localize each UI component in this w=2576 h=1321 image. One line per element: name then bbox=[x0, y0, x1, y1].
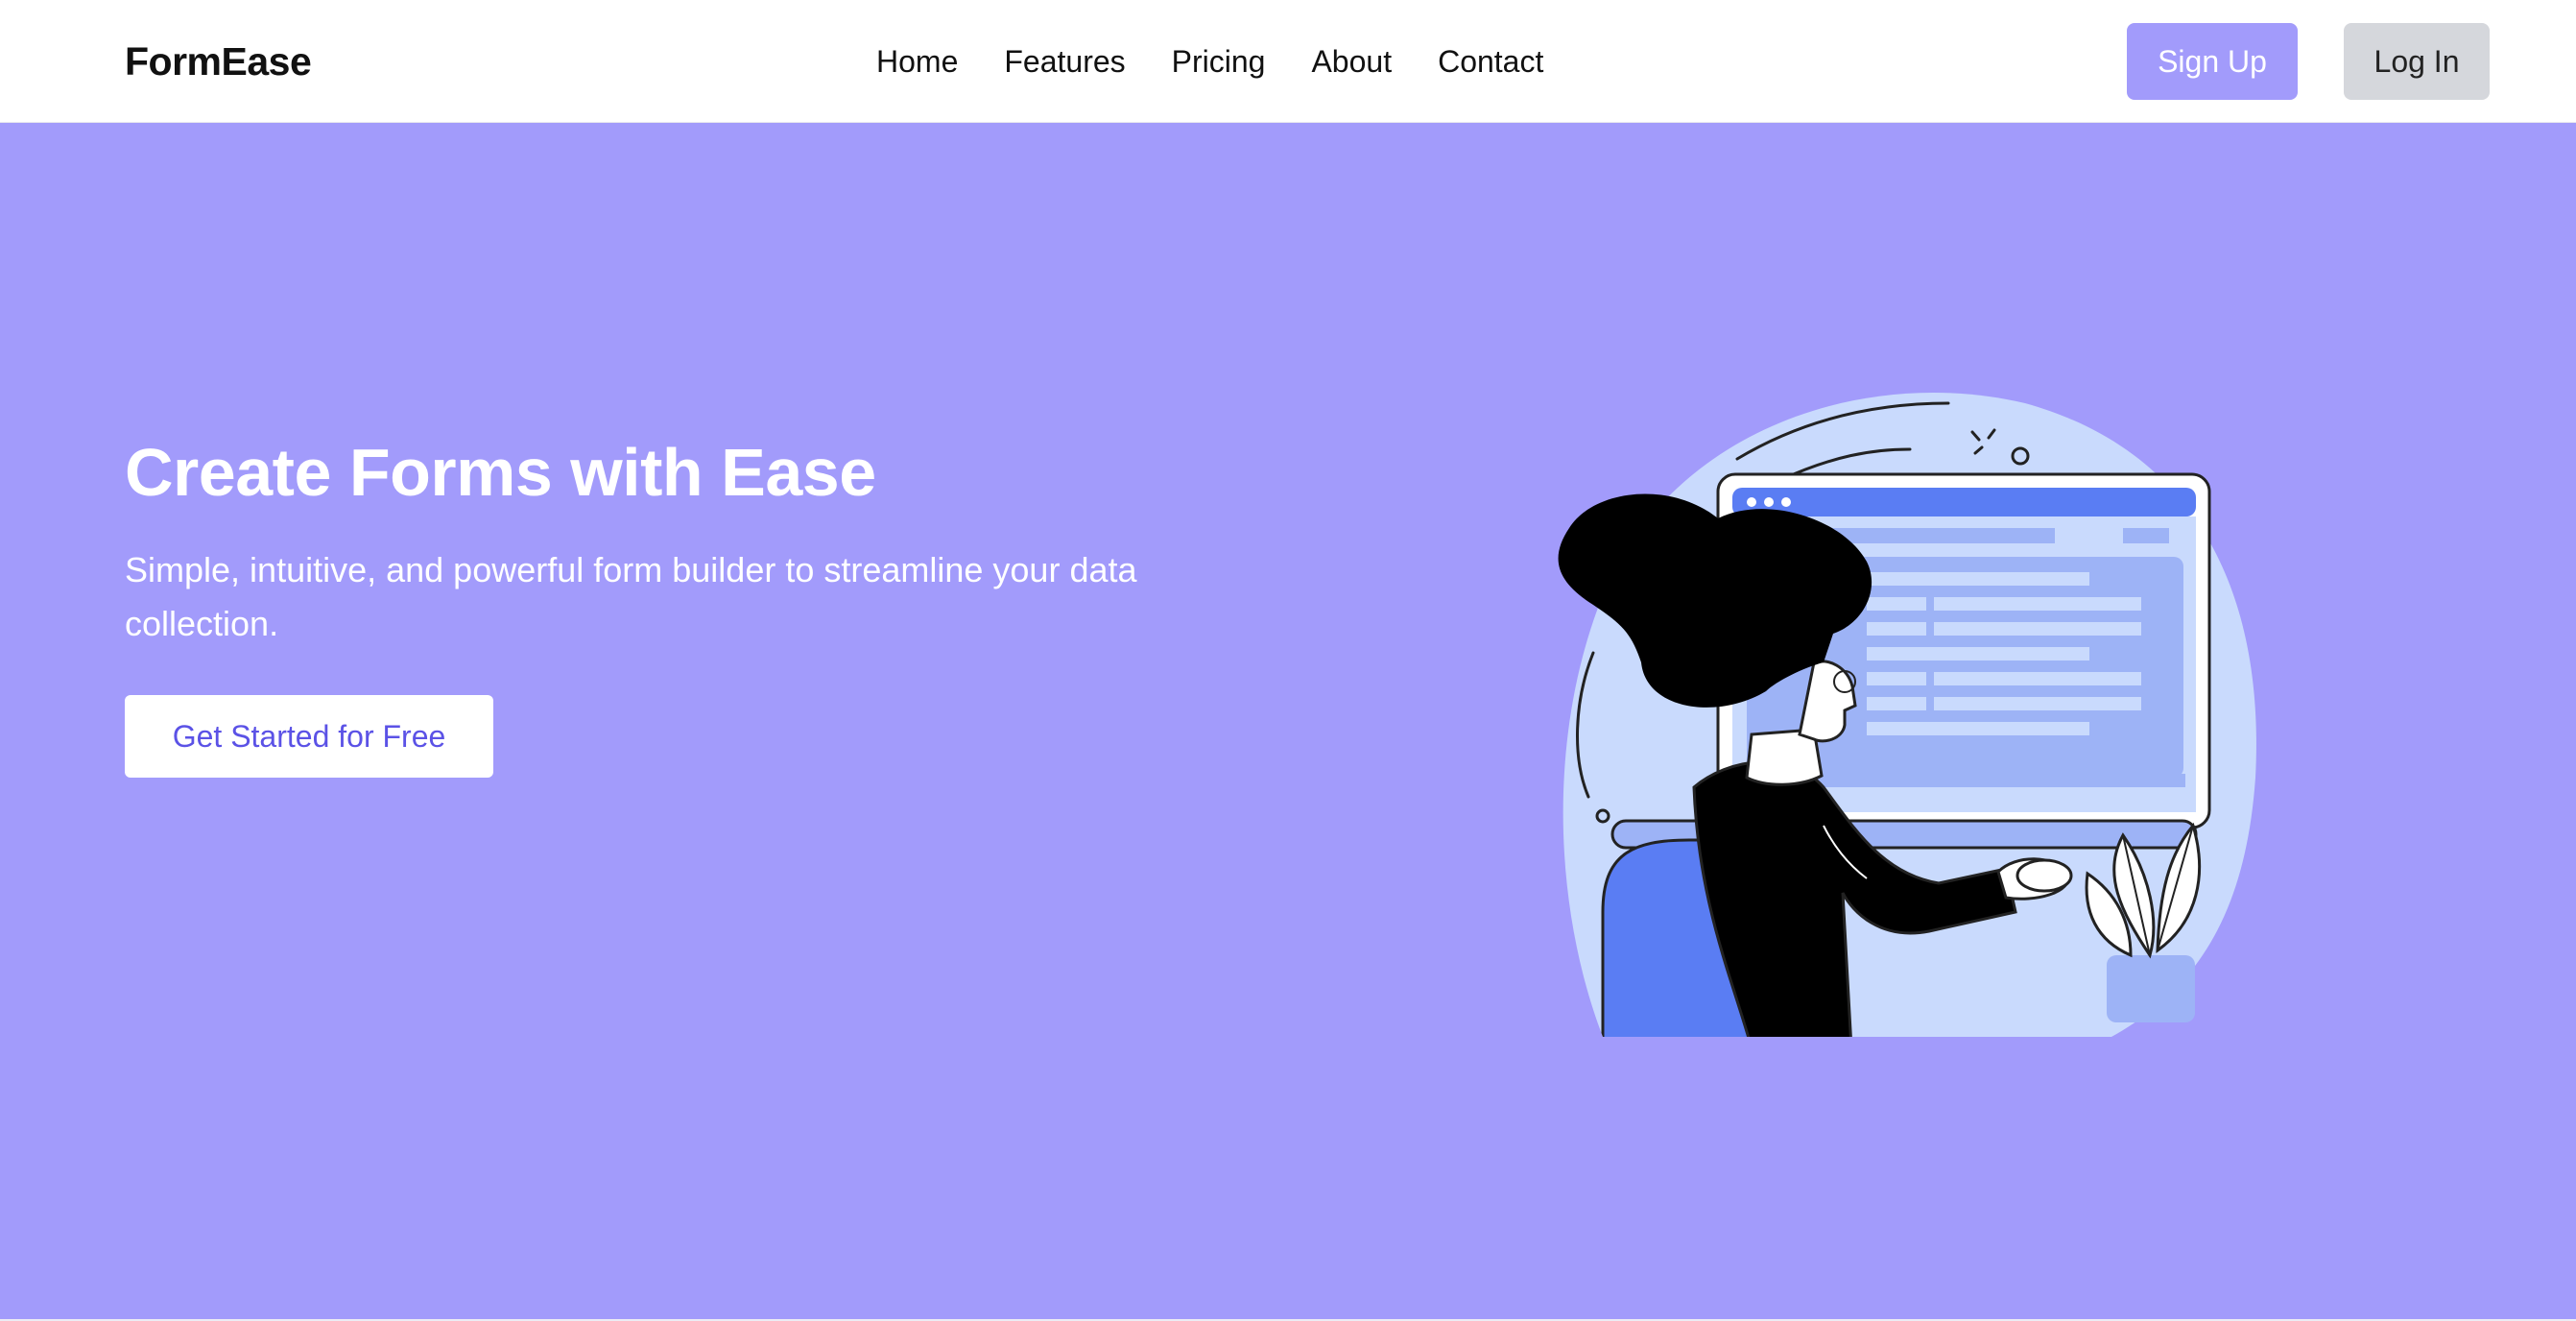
nav-link-home[interactable]: Home bbox=[876, 44, 958, 80]
nav-link-pricing[interactable]: Pricing bbox=[1172, 44, 1266, 80]
nav-link-about[interactable]: About bbox=[1311, 44, 1392, 80]
sign-up-button[interactable]: Sign Up bbox=[2127, 23, 2298, 100]
hero-subtitle: Simple, intuitive, and powerful form bui… bbox=[125, 550, 1137, 643]
woman-at-computer-illustration bbox=[1558, 393, 2256, 1038]
brand-logo[interactable]: FormEase bbox=[125, 0, 312, 123]
nav-link-contact[interactable]: Contact bbox=[1438, 44, 1543, 80]
hero-title: Create Forms with Ease bbox=[125, 435, 876, 510]
get-started-button[interactable]: Get Started for Free bbox=[125, 695, 493, 778]
log-in-button[interactable]: Log In bbox=[2344, 23, 2490, 100]
nav-link-features[interactable]: Features bbox=[1004, 44, 1125, 80]
top-navbar: FormEase Home Features Pricing About Con… bbox=[0, 0, 2576, 123]
main-navigation: Home Features Pricing About Contact bbox=[876, 0, 1543, 123]
